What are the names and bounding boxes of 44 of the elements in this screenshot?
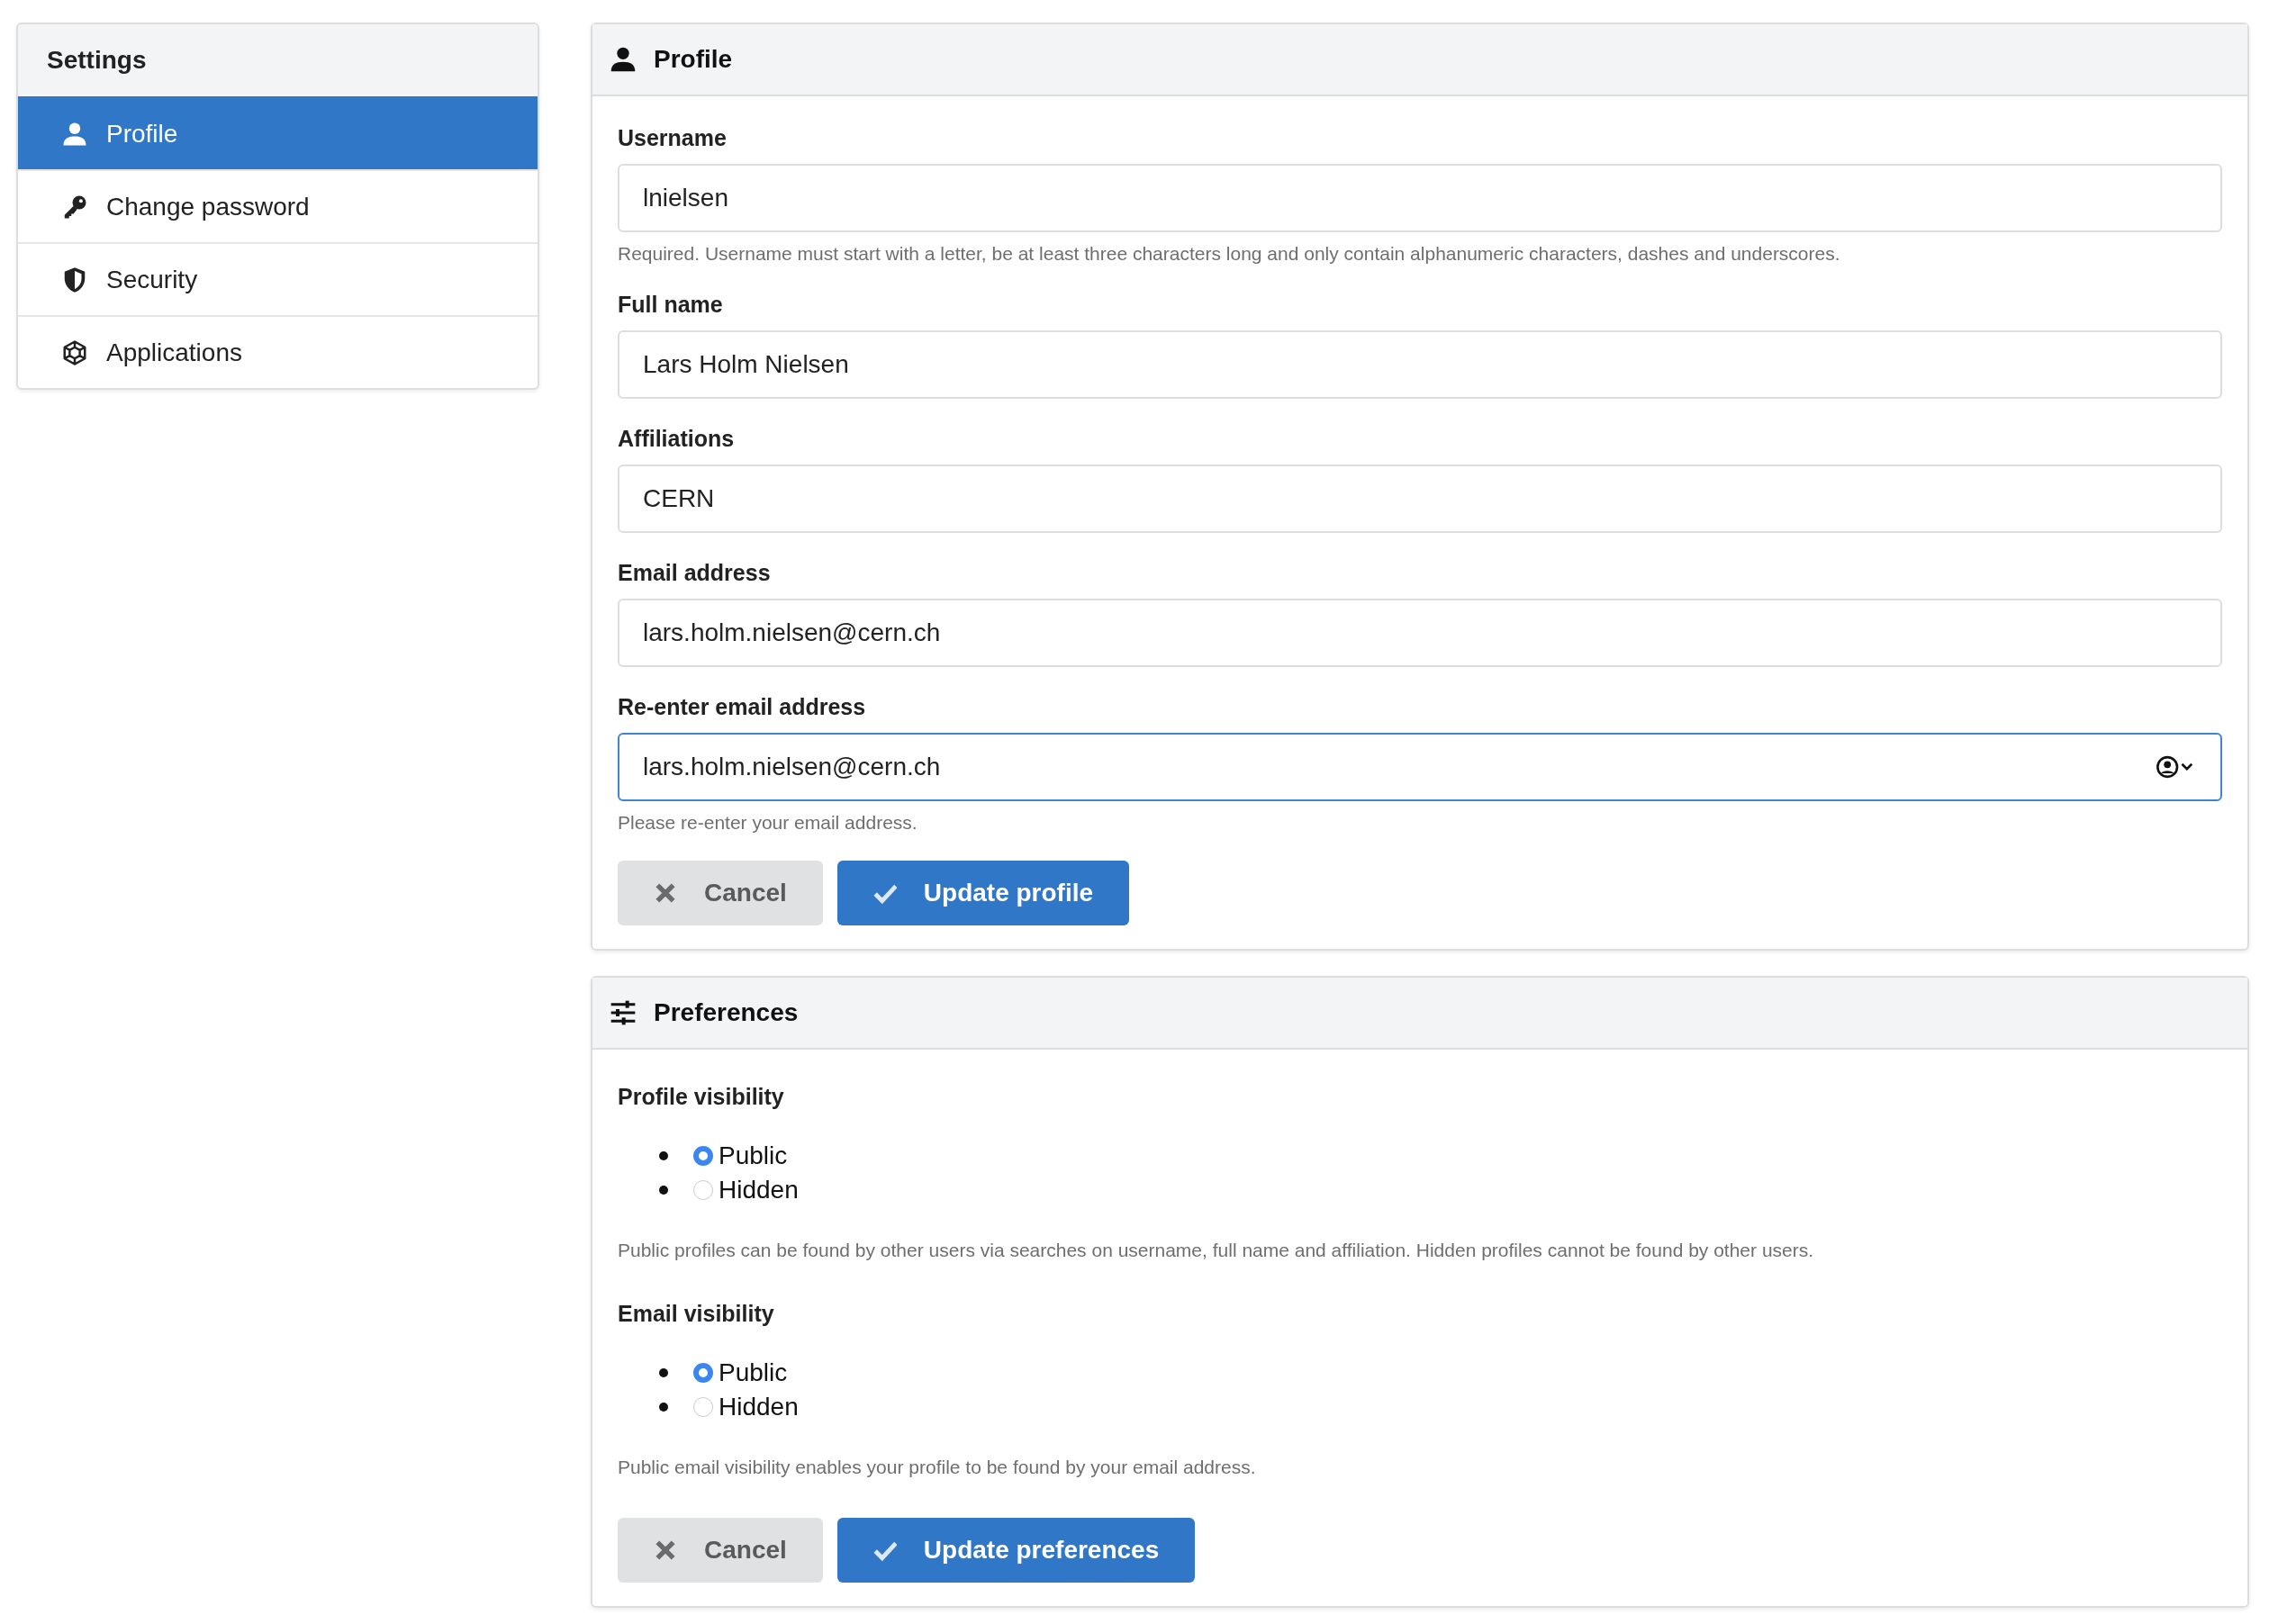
radio-label: Hidden: [719, 1176, 799, 1204]
help-text: Public email visibility enables your profile to be found by your email address.: [618, 1457, 1257, 1478]
close-icon: [654, 881, 677, 905]
field-label: Profile visibility: [618, 1084, 785, 1110]
field-label: Username: [618, 125, 728, 151]
cancel-button[interactable]: Cancel: [618, 861, 823, 925]
user-icon: [609, 45, 637, 74]
sliders-icon: [609, 998, 637, 1027]
close-icon: [654, 1538, 677, 1562]
bullet-icon: [659, 1368, 668, 1377]
sidebar-title: Settings: [47, 46, 147, 75]
help-text: Public profiles can be found by other users via searches on username, full name and affiliation. Hidden profiles cannot be found by other users.: [618, 1240, 1815, 1261]
bullet-icon: [659, 1186, 668, 1195]
field-label: Full name: [618, 292, 724, 318]
field-label: Email visibility: [618, 1301, 775, 1327]
sidebar-item[interactable]: Applications: [18, 315, 538, 388]
bullet-icon: [659, 1151, 668, 1160]
cube-icon: [61, 338, 88, 366]
input-field[interactable]: CERN: [618, 465, 2222, 533]
field-label: Affiliations: [618, 426, 736, 452]
submit-button[interactable]: Update profile: [836, 861, 1130, 925]
panel-title: Profile: [654, 45, 733, 74]
help-text: Required. Username must start with a letter, be at least three characters long and only contain alphanumeric characters, dashes and underscores.: [618, 243, 1841, 265]
radio-label: Public: [719, 1141, 788, 1170]
input-field[interactable]: lars.holm.nielsen@cern.ch: [618, 599, 2222, 667]
field-label: Email address: [618, 560, 772, 586]
sidebar-item[interactable]: Profile: [18, 96, 538, 169]
field-label: Re-enter email address: [618, 694, 867, 720]
panel-title: Preferences: [654, 998, 799, 1027]
radio-button[interactable]: [693, 1397, 713, 1417]
radio-button[interactable]: [693, 1180, 713, 1200]
radio-button[interactable]: [693, 1146, 713, 1166]
cancel-button[interactable]: Cancel: [618, 1518, 823, 1583]
sidebar-item[interactable]: Change password: [18, 169, 538, 242]
radio-button[interactable]: [693, 1363, 713, 1383]
input-field[interactable]: lars.holm.nielsen@cern.ch: [618, 733, 2222, 801]
input-field[interactable]: lnielsen: [618, 164, 2222, 232]
sidebar-item[interactable]: Security: [18, 242, 538, 315]
help-text: Please re-enter your email address.: [618, 812, 918, 834]
submit-button[interactable]: Update preferences: [836, 1518, 1196, 1583]
radio-label: Hidden: [719, 1393, 799, 1421]
input-field[interactable]: Lars Holm Nielsen: [618, 330, 2222, 399]
radio-label: Public: [719, 1358, 788, 1387]
bullet-icon: [659, 1403, 668, 1412]
